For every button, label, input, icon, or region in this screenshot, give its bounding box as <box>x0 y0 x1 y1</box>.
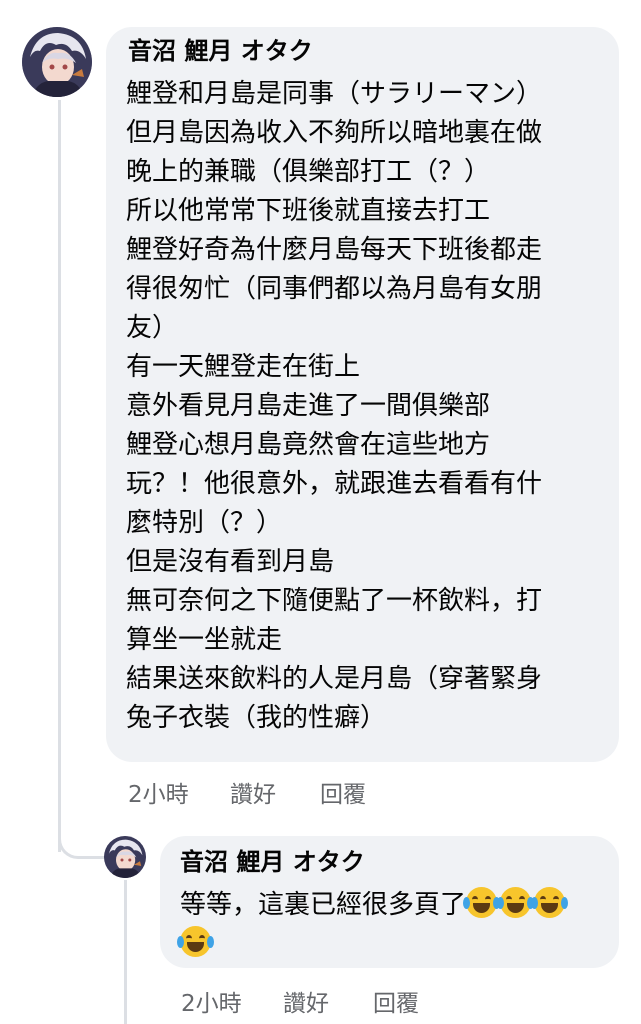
reply-reply-button[interactable]: 回覆 <box>373 984 419 1018</box>
comment-line: 鯉登和月島是同事（サラリーマン） <box>126 79 543 109</box>
comment-author[interactable]: 音沼 鯉月 オタク <box>128 35 313 67</box>
reply-line: 等等，這裏已經很多頁了 <box>180 886 569 925</box>
comment-line: 但月島因為收入不夠所以暗地裏在做 <box>126 118 543 148</box>
laughing-tears-emoji-icon <box>463 887 501 918</box>
comment-line: 有一天鯉登走在街上 <box>126 352 361 382</box>
laughing-tears-emoji-icon <box>497 887 535 918</box>
reply-bubble: 音沼 鯉月 オタク 等等，這裏已經很多頁了 <box>160 836 619 968</box>
comment-line: 結果送來飲料的人是月島（穿著緊身 <box>126 664 543 694</box>
avatar[interactable] <box>22 27 92 97</box>
comment-line: 鯉登心想月島竟然會在這些地方 <box>126 430 491 460</box>
laughing-tears-emoji-icon <box>177 926 214 957</box>
avatar-image <box>104 836 146 878</box>
laughing-tears-emoji-icon <box>531 887 569 918</box>
reply-line <box>177 925 568 964</box>
comment-timestamp[interactable]: 2小時 <box>128 775 189 809</box>
reply-text: 等等，這裏已經很多頁了 <box>177 886 569 964</box>
comment-line: 但是沒有看到月島 <box>126 547 335 577</box>
reply-button[interactable]: 回覆 <box>320 775 366 809</box>
reply-thread-connector <box>124 880 127 1024</box>
comment-line: 意外看見月島走進了一間俱樂部 <box>126 391 491 421</box>
comment-bubble: 音沼 鯉月 オタク 鯉登和月島是同事（サラリーマン） 但月島因為收入不夠所以暗地… <box>106 27 619 762</box>
reply-like-button[interactable]: 讚好 <box>283 984 329 1018</box>
comment-line: 友） <box>126 313 179 343</box>
comment-line: 鯉登好奇為什麼月島每天下班後都走 <box>126 235 543 265</box>
comment-text: 鯉登和月島是同事（サラリーマン） 但月島因為收入不夠所以暗地裏在做 晚上的兼職（… <box>126 75 542 738</box>
reply-line-text: 等等，這裏已經很多頁了 <box>180 890 467 920</box>
comment-line: 兔子衣裝（我的性癖） <box>126 703 387 733</box>
comment-line: 得很匆忙（同事們都以為月島有女朋 <box>126 274 543 304</box>
comment-line: 算坐一坐就走 <box>126 625 283 655</box>
comment-line: 無可奈何之下隨便點了一杯飲料，打 <box>126 586 543 616</box>
thread-connector-curve <box>58 820 107 859</box>
comment-line: 晚上的兼職（俱樂部打工（？） <box>126 157 491 187</box>
comment-line: 麼特別（？） <box>126 508 283 538</box>
thread-connector <box>58 100 61 852</box>
comment-line: 所以他常常下班後就直接去打工 <box>126 196 491 226</box>
like-button[interactable]: 讚好 <box>230 775 276 809</box>
reply-avatar[interactable] <box>104 836 146 878</box>
avatar-image <box>22 27 92 97</box>
reply-timestamp[interactable]: 2小時 <box>181 984 242 1018</box>
reply-author[interactable]: 音沼 鯉月 オタク <box>180 846 365 878</box>
comment-line: 玩？！他很意外，就跟進去看看有什 <box>126 469 543 499</box>
